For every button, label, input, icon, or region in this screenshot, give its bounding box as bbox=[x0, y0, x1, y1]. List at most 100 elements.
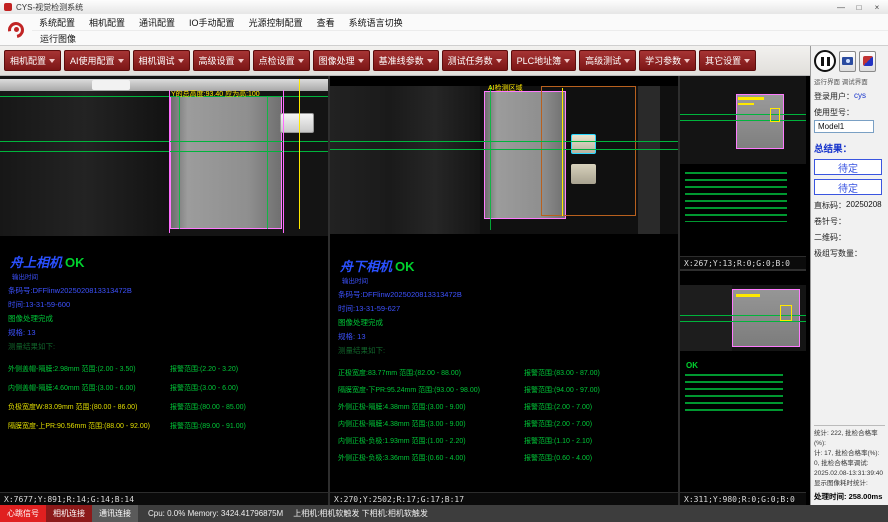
toolbar-label: 点检设置 bbox=[259, 54, 295, 67]
ai-region-label: AI检测区域 bbox=[488, 83, 523, 93]
measurement-row: 内侧正极-负极:1.93mm 范围:(1.00 - 2.20)报警范围:(1.1… bbox=[338, 436, 678, 446]
measure-line bbox=[680, 321, 806, 322]
toolbar-label: 学习参数 bbox=[645, 54, 681, 67]
toolbar-label: 测试任务数 bbox=[448, 54, 493, 67]
barcode-line: 条码号:DFFlinw2025020813313472B bbox=[8, 285, 328, 296]
pixel-coordinates-preview-lower: X:311;Y:980;R:0;G:0;B:0 bbox=[680, 492, 806, 505]
minimize-button[interactable]: — bbox=[832, 1, 850, 13]
measure-line bbox=[0, 141, 328, 142]
toolbar-image-processing[interactable]: 图像处理 bbox=[313, 50, 370, 71]
camera-title: 舟下相机 OK bbox=[340, 256, 678, 275]
toolbar-plc-address[interactable]: PLC地址簿 bbox=[511, 50, 577, 71]
bright-band bbox=[0, 79, 328, 91]
output-time-note: 输出时间 bbox=[12, 271, 328, 281]
toolbar-test-tasks[interactable]: 测试任务数 bbox=[442, 50, 508, 71]
measure-line-vertical bbox=[267, 96, 268, 229]
output-time-note: 输出时间 bbox=[342, 275, 678, 285]
mini-result-text bbox=[685, 374, 783, 414]
menu-light-control[interactable]: 光源控制配置 bbox=[242, 16, 310, 29]
trigger-mode-status: 上相机:相机软触发 下相机:相机软触发 bbox=[293, 508, 428, 519]
field-label: 二维码： bbox=[814, 232, 846, 243]
maximize-button[interactable]: □ bbox=[850, 1, 868, 13]
menu-view[interactable]: 查看 bbox=[310, 16, 342, 29]
camera-view-lower: AI检测区域 舟下相机 OK 输出时间 条码号:DFFlinw202502081… bbox=[330, 76, 680, 505]
alarm-range: 报警范围:(2.00 - 7.00) bbox=[524, 402, 592, 412]
toolbar-advanced-settings[interactable]: 高级设置 bbox=[193, 50, 250, 71]
chevron-down-icon bbox=[684, 59, 690, 63]
chevron-down-icon bbox=[118, 59, 124, 63]
measurement-block: 外侧盖帽-隔膜:2.98mm 范围:(2.00 - 3.50)报警范围:(2.2… bbox=[8, 364, 328, 431]
field-value: 20250208 bbox=[846, 200, 882, 211]
connector-blob bbox=[280, 113, 314, 133]
mini-roi-box bbox=[770, 108, 780, 122]
app-icon bbox=[4, 3, 12, 11]
toolbar-ai-usage-config[interactable]: AI使用配置 bbox=[64, 50, 130, 71]
mode-icon bbox=[863, 56, 873, 66]
close-button[interactable]: × bbox=[868, 1, 886, 13]
measurement-value: 内侧正极-负极:1.93mm 范围:(1.00 - 2.20) bbox=[338, 436, 524, 446]
panel-tabs[interactable]: 运行界面 调试界面 bbox=[814, 76, 885, 86]
measurement-row: 负极宽度W:83.09mm 范围:(80.00 - 86.00)报警范围:(80… bbox=[8, 402, 328, 412]
menu-comm-config[interactable]: 通讯配置 bbox=[132, 16, 182, 29]
camera-icon bbox=[842, 57, 853, 65]
preview-upper: X:267;Y:13;R:0;G:0;B:0 bbox=[680, 76, 806, 271]
mode-button[interactable] bbox=[859, 51, 876, 72]
measurement-value: 内侧盖帽-隔膜:4.60mm 范围:(3.00 - 6.00) bbox=[8, 383, 170, 393]
measure-line bbox=[330, 141, 678, 142]
toolbar-other-settings[interactable]: 其它设置 bbox=[699, 50, 756, 71]
submenu-run-image[interactable]: 运行图像 bbox=[40, 32, 76, 45]
camera-connection-badge: 相机连接 bbox=[46, 505, 92, 522]
toolbar-camera-config[interactable]: 相机配置 bbox=[4, 50, 61, 71]
logo-dot-icon bbox=[14, 27, 19, 32]
camera-title: 舟上相机 OK bbox=[10, 252, 328, 271]
preview-image-lower[interactable] bbox=[680, 285, 806, 351]
mini-label bbox=[738, 97, 764, 100]
toolbar-advanced-test[interactable]: 高级测试 bbox=[579, 50, 636, 71]
statistics-block: 统计: 222, 批检合格率(%): 计: 17, 批检合格率(%): 0, 批… bbox=[814, 425, 885, 503]
measure-line bbox=[680, 120, 806, 121]
result-ok: OK bbox=[395, 259, 415, 274]
pause-button[interactable] bbox=[814, 50, 836, 72]
measurement-row: 隔膜宽度-上PR:90.56mm 范围:(88.00 - 92.00)报警范围:… bbox=[8, 421, 328, 431]
menu-language-switch[interactable]: 系统语言切换 bbox=[342, 16, 410, 29]
result-overlay-upper: 舟上相机 OK 输出时间 条码号:DFFlinw2025020813313472… bbox=[0, 236, 328, 492]
measurement-row: 正极宽度:83.77mm 范围:(82.00 - 88.00)报警范围:(83.… bbox=[338, 368, 678, 378]
total-result-upper: 待定 bbox=[814, 159, 882, 175]
menu-camera-config[interactable]: 相机配置 bbox=[82, 16, 132, 29]
menu-system-config[interactable]: 系统配置 bbox=[32, 16, 82, 29]
height-line bbox=[562, 88, 563, 216]
toolbar-spot-check[interactable]: 点检设置 bbox=[253, 50, 310, 71]
measure-line-vertical bbox=[179, 96, 180, 229]
field-row: 二维码： bbox=[814, 232, 885, 243]
image-background bbox=[680, 285, 732, 351]
toolbar-learning-params[interactable]: 学习参数 bbox=[639, 50, 696, 71]
image-background bbox=[0, 91, 170, 236]
pause-icon bbox=[821, 57, 824, 66]
camera-view-upper: Y的总高度:93.40 应为高:100 舟上相机 OK 输出时间 条码号:DFF… bbox=[0, 76, 330, 505]
stat-line: 2025.02.08-13:31:39:40 bbox=[814, 469, 885, 479]
login-user-value: cys bbox=[854, 91, 866, 102]
toolbar-baseline-params[interactable]: 基准线参数 bbox=[373, 50, 439, 71]
login-user-label: 登录用户： bbox=[814, 91, 854, 102]
alarm-range: 报警范围:(83.00 - 87.00) bbox=[524, 368, 600, 378]
stat-line: 统计: 222, 批检合格率(%): bbox=[814, 429, 885, 449]
cpu-memory-status: Cpu: 0.0% Memory: 3424.41796875M bbox=[148, 509, 283, 518]
barcode-line: 条码号:DFFlinw2025020813313472B bbox=[338, 289, 678, 300]
brand-logo bbox=[0, 14, 32, 45]
window-title: CYS-视觉检测系统 bbox=[16, 2, 83, 13]
toolbar-label: 相机调试 bbox=[139, 54, 175, 67]
result-ok: OK bbox=[65, 255, 85, 270]
capture-button[interactable] bbox=[839, 51, 856, 72]
camera-image-lower[interactable]: AI检测区域 bbox=[330, 76, 678, 234]
camera-image-upper[interactable]: Y的总高度:93.40 应为高:100 bbox=[0, 76, 328, 236]
preview-image-upper[interactable] bbox=[680, 76, 806, 164]
toolbar-camera-debug[interactable]: 相机调试 bbox=[133, 50, 190, 71]
time-line: 时间:13-31-59-600 bbox=[8, 299, 328, 310]
model-select[interactable]: Model1 bbox=[814, 120, 874, 133]
field-label: 极组写数量： bbox=[814, 248, 862, 259]
menu-io-manual[interactable]: IO手动配置 bbox=[182, 16, 242, 29]
stat-line: 计: 17, 批检合格率(%): bbox=[814, 449, 885, 459]
field-row: 直标码： 20250208 bbox=[814, 200, 885, 211]
mini-result-ok: OK bbox=[686, 361, 806, 370]
heartbeat-status-badge: 心跳信号 bbox=[0, 505, 46, 522]
